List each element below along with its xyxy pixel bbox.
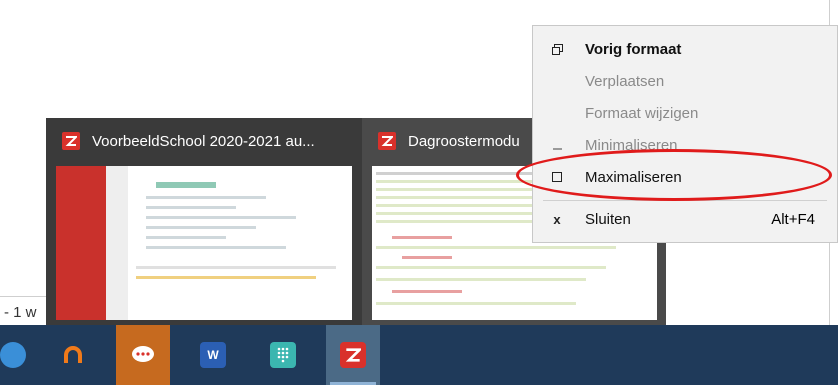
shortcut-label: Alt+F4	[771, 210, 815, 228]
menu-item-restore[interactable]: Vorig formaat	[533, 34, 837, 64]
taskbar-edge[interactable]	[0, 325, 40, 385]
taskbar-ccleaner[interactable]	[46, 325, 100, 385]
zermelo-icon	[340, 342, 366, 368]
ccleaner-icon	[60, 342, 86, 368]
restore-icon	[551, 42, 563, 56]
thumbnail-preview	[56, 166, 352, 320]
thumbnail-title: VoorbeeldSchool 2020-2021 au...	[92, 132, 315, 150]
taskbar-keypad[interactable]	[256, 325, 310, 385]
menu-item-close[interactable]: x Sluiten Alt+F4	[533, 204, 837, 234]
rocketchat-icon	[130, 342, 156, 368]
menu-separator	[543, 200, 827, 201]
menu-item-maximize[interactable]: Maximaliseren	[533, 162, 837, 192]
status-fragment: - 1 w	[4, 304, 37, 321]
taskbar: W	[0, 325, 838, 385]
zermelo-logo-icon	[378, 132, 396, 150]
thumbnail-window-1[interactable]: VoorbeeldSchool 2020-2021 au...	[46, 118, 362, 326]
window-context-menu: Vorig formaat Verplaatsen Formaat wijzig…	[532, 25, 838, 243]
zermelo-logo-icon	[62, 132, 80, 150]
taskbar-word[interactable]: W	[186, 325, 240, 385]
maximize-icon	[551, 170, 563, 184]
menu-item-minimize: Minimaliseren	[533, 130, 837, 160]
taskbar-zermelo[interactable]	[326, 325, 380, 385]
close-icon: x	[553, 211, 561, 227]
minimize-icon	[551, 138, 563, 152]
edge-icon	[0, 342, 26, 368]
menu-item-resize: Formaat wijzigen	[585, 104, 699, 122]
taskbar-rocketchat[interactable]	[116, 325, 170, 385]
menu-item-move: Verplaatsen	[585, 72, 665, 90]
word-icon: W	[200, 342, 226, 368]
keypad-icon	[270, 342, 296, 368]
thumbnail-title: Dagroostermodu	[408, 132, 520, 150]
